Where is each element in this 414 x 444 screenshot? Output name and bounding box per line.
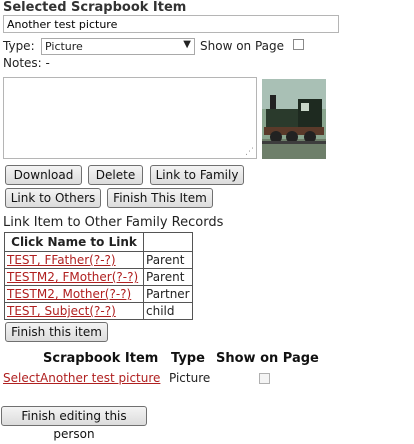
item-name-input[interactable] — [3, 15, 339, 33]
notes-label: Notes: - — [3, 56, 50, 70]
table-row: TEST, FFather(?-?) Parent — [4, 251, 193, 269]
resize-handle-icon[interactable]: ⋰ — [245, 147, 254, 157]
link-records-table: Click Name to Link TEST, FFather(?-?) Pa… — [4, 232, 193, 320]
link-section-title: Link Item to Other Family Records — [3, 215, 224, 230]
table-row: TEST, Subject(?-?) child — [4, 302, 193, 320]
type-select[interactable]: Picture ▼ — [41, 38, 195, 55]
finish-editing-person-button[interactable]: Finish editing this person — [1, 406, 147, 441]
relation-text: child — [143, 302, 193, 320]
table-row: TESTM2, FMother(?-?) Parent — [4, 268, 193, 286]
notes-textarea[interactable]: ⋰ — [3, 77, 257, 159]
show-on-page-header: Show on Page — [216, 351, 319, 366]
link-to-others-button[interactable]: Link to Others — [5, 188, 101, 208]
download-button[interactable]: Download — [5, 165, 82, 185]
item-type-text: Picture — [169, 371, 211, 385]
finish-this-item-button[interactable]: Finish This Item — [107, 188, 213, 208]
show-on-page-label: Show on Page — [200, 39, 285, 53]
delete-button[interactable]: Delete — [88, 165, 143, 185]
select-link[interactable]: Select — [3, 371, 40, 385]
item-name-link[interactable]: Another test picture — [40, 371, 160, 385]
column-header-name: Click Name to Link — [4, 232, 144, 252]
locomotive-photo-icon — [262, 79, 326, 159]
column-header-relation — [143, 232, 193, 252]
finish-this-item-bottom-button[interactable]: Finish this item — [5, 322, 108, 342]
list-show-checkbox[interactable] — [259, 373, 270, 384]
type-header: Type — [171, 351, 205, 366]
table-row: TESTM2, Mother(?-?) Partner — [4, 285, 193, 303]
page-title: Selected Scrapbook Item — [3, 0, 187, 15]
chevron-down-icon: ▼ — [183, 39, 191, 50]
type-select-value: Picture — [45, 40, 83, 53]
link-name[interactable]: TEST, FFather(?-?) — [7, 253, 116, 267]
relation-text: Parent — [143, 251, 193, 269]
type-label: Type: — [3, 39, 35, 53]
relation-text: Parent — [143, 268, 193, 286]
link-name[interactable]: TEST, Subject(?-?) — [7, 304, 116, 318]
list-item: SelectAnother test picture — [3, 371, 160, 385]
show-on-page-checkbox[interactable] — [293, 39, 304, 50]
scrapbook-photo — [262, 79, 326, 159]
relation-text: Partner — [143, 285, 193, 303]
scrapbook-item-header: Scrapbook Item — [43, 351, 159, 366]
link-name[interactable]: TESTM2, FMother(?-?) — [7, 270, 138, 284]
link-to-family-button[interactable]: Link to Family — [150, 165, 244, 185]
link-name[interactable]: TESTM2, Mother(?-?) — [7, 287, 131, 301]
